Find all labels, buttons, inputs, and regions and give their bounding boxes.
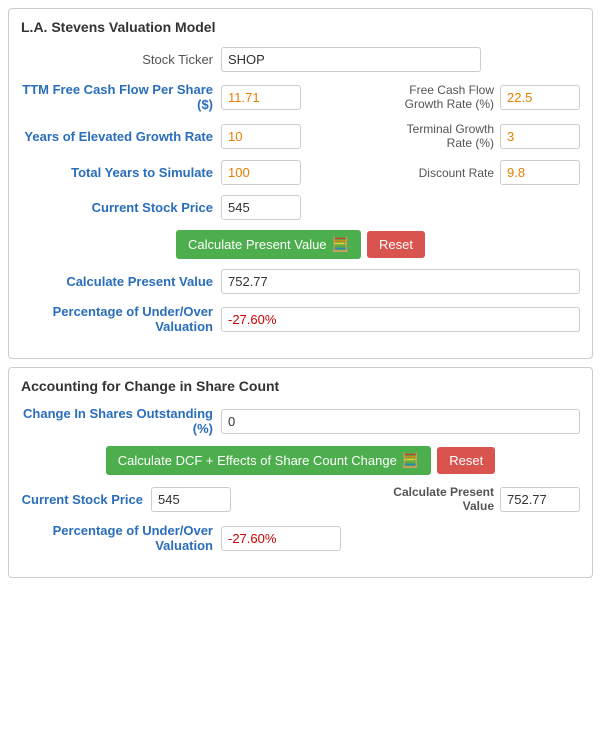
share-count-title: Accounting for Change in Share Count — [21, 378, 580, 394]
current-stock-price-label: Current Stock Price — [21, 200, 221, 215]
discount-rate-group: Discount Rate — [404, 160, 580, 185]
ttm-row: TTM Free Cash Flow Per Share ($) Free Ca… — [21, 82, 580, 112]
current-stock-price-row: Current Stock Price — [21, 195, 580, 220]
calculate-pv-button[interactable]: Calculate Present Value 🧮 — [176, 230, 361, 259]
total-years-label: Total Years to Simulate — [21, 165, 221, 180]
dcf-btn-row: Calculate DCF + Effects of Share Count C… — [21, 446, 580, 475]
stock-ticker-row: Stock Ticker — [21, 47, 580, 72]
calculate-btn-row: Calculate Present Value 🧮 Reset — [21, 230, 580, 259]
calc-pv-row: Calculate Present Value — [21, 269, 580, 294]
pct-row-2: Percentage of Under/Over Valuation — [21, 523, 580, 553]
share-count-section: Accounting for Change in Share Count Cha… — [8, 367, 593, 578]
calculator-icon: 🧮 — [332, 236, 349, 253]
current-stock-price-input-2[interactable] — [151, 487, 231, 512]
current-stock-price-input[interactable] — [221, 195, 301, 220]
stock-ticker-input[interactable] — [221, 47, 481, 72]
discount-rate-input[interactable] — [500, 160, 580, 185]
years-row: Years of Elevated Growth Rate Terminal G… — [21, 122, 580, 150]
discount-rate-label: Discount Rate — [404, 166, 494, 180]
calculate-dcf-label: Calculate DCF + Effects of Share Count C… — [118, 453, 397, 468]
change-shares-input[interactable] — [221, 409, 580, 434]
pct-label: Percentage of Under/Over Valuation — [21, 304, 221, 334]
reset-button[interactable]: Reset — [367, 231, 425, 258]
terminal-growth-label: Terminal Growth Rate (%) — [384, 122, 494, 150]
ttm-label: TTM Free Cash Flow Per Share ($) — [21, 82, 221, 112]
ttm-input[interactable] — [221, 85, 301, 110]
reset-button-2[interactable]: Reset — [437, 447, 495, 474]
calc-pv-group-2: Calculate Present Value — [374, 485, 580, 513]
fcf-growth-group: Free Cash Flow Growth Rate (%) — [384, 83, 580, 111]
pct-output[interactable] — [221, 307, 580, 332]
current-stock-price-label-2: Current Stock Price — [21, 492, 151, 507]
section-title: L.A. Stevens Valuation Model — [21, 19, 580, 35]
bottom-values-row: Current Stock Price Calculate Present Va… — [21, 485, 580, 513]
pct-output-2[interactable] — [221, 526, 341, 551]
pct-label-2: Percentage of Under/Over Valuation — [21, 523, 221, 553]
calc-pv-output-2[interactable] — [500, 487, 580, 512]
total-years-input[interactable] — [221, 160, 301, 185]
years-elevated-input[interactable] — [221, 124, 301, 149]
calc-pv-output[interactable] — [221, 269, 580, 294]
total-years-row: Total Years to Simulate Discount Rate — [21, 160, 580, 185]
terminal-growth-input[interactable] — [500, 124, 580, 149]
calculate-pv-label: Calculate Present Value — [188, 237, 327, 252]
valuation-model-section: L.A. Stevens Valuation Model Stock Ticke… — [8, 8, 593, 359]
fcf-growth-label: Free Cash Flow Growth Rate (%) — [384, 83, 494, 111]
years-elevated-label: Years of Elevated Growth Rate — [21, 129, 221, 144]
calculator-icon-2: 🧮 — [402, 452, 419, 469]
calculate-dcf-button[interactable]: Calculate DCF + Effects of Share Count C… — [106, 446, 432, 475]
change-shares-label: Change In Shares Outstanding (%) — [21, 406, 221, 436]
stock-ticker-label: Stock Ticker — [21, 52, 221, 67]
calc-pv-label: Calculate Present Value — [21, 274, 221, 289]
pct-row: Percentage of Under/Over Valuation — [21, 304, 580, 334]
terminal-growth-group: Terminal Growth Rate (%) — [384, 122, 580, 150]
fcf-growth-input[interactable] — [500, 85, 580, 110]
change-shares-row: Change In Shares Outstanding (%) — [21, 406, 580, 436]
calc-pv-label-2: Calculate Present Value — [374, 485, 494, 513]
